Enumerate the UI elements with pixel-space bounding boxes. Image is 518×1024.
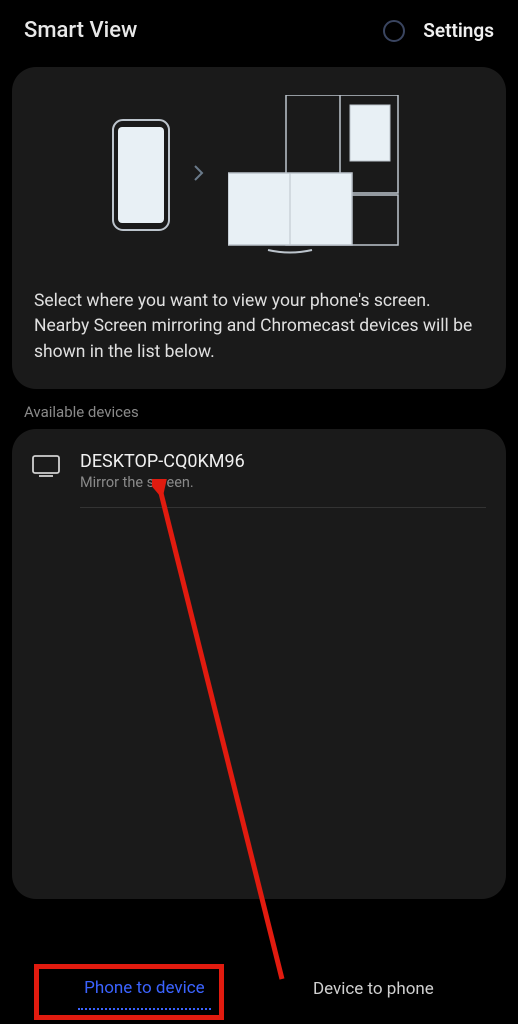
header-actions: Settings — [383, 19, 494, 42]
device-list: DESKTOP-CQ0KM96 Mirror the screen. — [12, 429, 506, 899]
settings-button[interactable]: Settings — [423, 19, 494, 42]
phone-icon — [112, 119, 170, 231]
intro-description: Select where you want to view your phone… — [34, 289, 484, 365]
devices-icon — [228, 95, 406, 255]
device-row[interactable]: DESKTOP-CQ0KM96 Mirror the screen. — [32, 443, 486, 507]
divider — [80, 507, 486, 508]
chevron-right-icon — [194, 165, 204, 186]
header: Smart View Settings — [0, 0, 518, 57]
illustration — [34, 95, 484, 255]
tab-phone-to-device[interactable]: Phone to device — [78, 968, 211, 1010]
page-title: Smart View — [24, 18, 137, 43]
tab-device-to-phone[interactable]: Device to phone — [307, 969, 440, 1009]
annotation-arrow-icon — [152, 479, 312, 999]
intro-card: Select where you want to view your phone… — [12, 67, 506, 389]
device-subtitle: Mirror the screen. — [80, 474, 486, 491]
device-text: DESKTOP-CQ0KM96 Mirror the screen. — [80, 451, 486, 491]
monitor-icon — [32, 455, 60, 477]
device-name: DESKTOP-CQ0KM96 — [80, 451, 486, 472]
available-devices-label: Available devices — [24, 403, 494, 421]
loading-spinner-icon — [383, 20, 405, 42]
bottom-tabs: Phone to device Device to phone — [0, 968, 518, 1010]
